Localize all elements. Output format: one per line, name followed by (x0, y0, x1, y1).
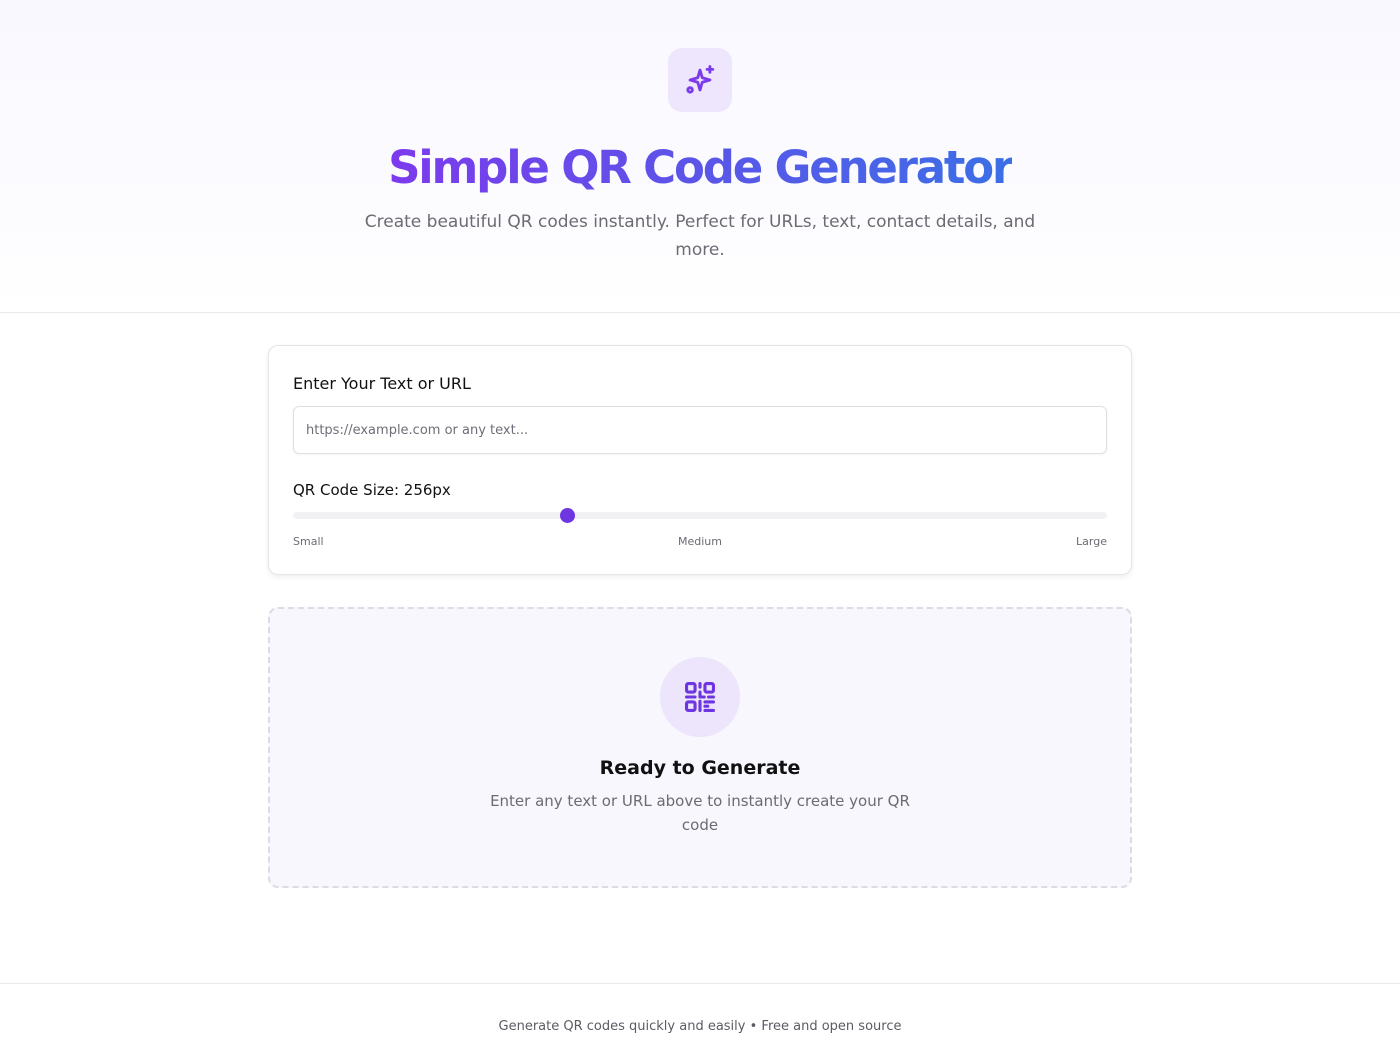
page-title: Simple QR Code Generator (388, 141, 1014, 194)
slider-scale-large: Large (1076, 535, 1107, 548)
qr-preview-placeholder: Ready to Generate Enter any text or URL … (268, 607, 1132, 888)
hero-icon-tile (668, 48, 732, 112)
qr-icon-badge (660, 657, 740, 737)
slider-scale-medium: Medium (678, 535, 722, 548)
text-input-label: Enter Your Text or URL (293, 374, 471, 393)
qr-size-label: QR Code Size: 256px (293, 481, 451, 499)
qr-size-slider[interactable] (293, 508, 1107, 523)
slider-thumb[interactable] (560, 508, 576, 523)
placeholder-subtitle: Enter any text or URL above to instantly… (490, 792, 910, 834)
page-footer: Generate QR codes quickly and easily • F… (0, 983, 1400, 1050)
qr-code-icon (684, 681, 716, 713)
footer-text: Generate QR codes quickly and easily • F… (498, 1019, 902, 1034)
text-url-input[interactable] (293, 406, 1107, 454)
sparkles-icon (686, 65, 715, 94)
page-subtitle: Create beautiful QR codes instantly. Per… (364, 212, 1036, 260)
input-card: Enter Your Text or URL QR Code Size: 256… (268, 345, 1132, 575)
hero-section: Simple QR Code Generator Create beautifu… (0, 0, 1400, 313)
placeholder-title: Ready to Generate (599, 757, 801, 779)
